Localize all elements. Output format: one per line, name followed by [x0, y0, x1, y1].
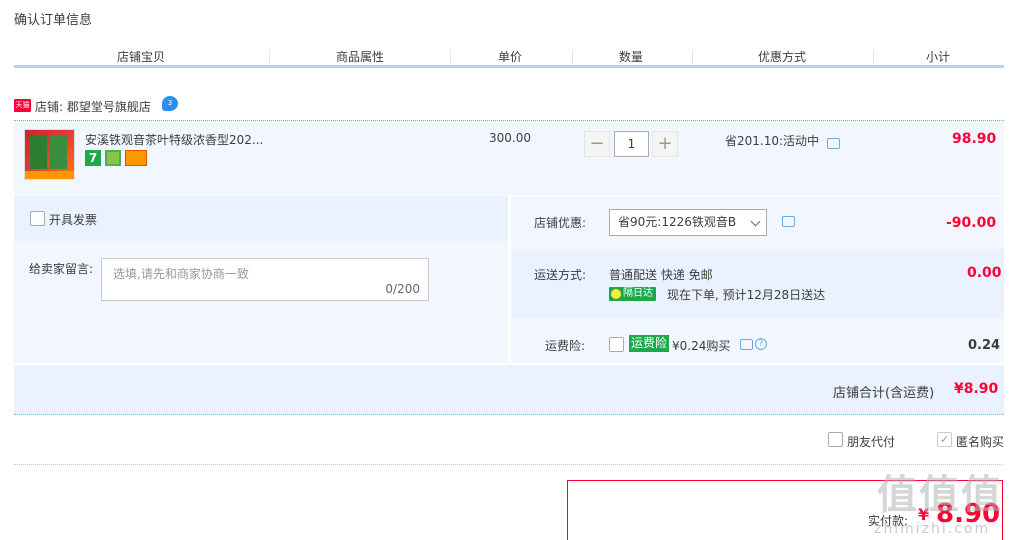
header-underline	[14, 65, 1004, 68]
credit-card-icon	[125, 150, 147, 166]
unit-price: 300.00	[489, 131, 531, 145]
column-separator	[873, 50, 874, 64]
product-package-image	[50, 135, 67, 169]
column-header-attributes: 商品属性	[336, 50, 385, 64]
insurance-checkbox[interactable]	[609, 337, 624, 352]
friend-pay-label: 朋友代付	[847, 435, 896, 449]
next-day-badge: 隔日达	[609, 287, 656, 301]
quantity-plus-button[interactable]: +	[652, 131, 678, 157]
lightning-icon	[611, 289, 621, 299]
message-placeholder: 选填,请先和商家协商一致	[113, 267, 249, 281]
anonymous-label: 匿名购买	[956, 435, 1005, 449]
product-package-image	[30, 135, 47, 169]
message-char-count: 0/200	[385, 282, 420, 296]
product-promo-strip	[25, 171, 74, 179]
shop-discount-value: -90.00	[946, 215, 997, 231]
shipping-method: 普通配送 快递 免邮	[609, 268, 713, 282]
shipping-row	[511, 249, 1004, 318]
page-title: 确认订单信息	[14, 13, 93, 28]
quantity-minus-button[interactable]: −	[584, 131, 610, 157]
column-separator	[450, 50, 451, 64]
chat-bubble-icon[interactable]	[740, 339, 753, 350]
shop-name[interactable]: 店铺: 郡望堂号旗舰店	[35, 98, 151, 115]
invoice-label: 开具发票	[49, 213, 98, 227]
column-header-discount: 优惠方式	[758, 50, 807, 64]
shop-total-value: ¥8.90	[954, 381, 999, 397]
column-header-shop-item: 店铺宝贝	[117, 50, 166, 64]
tmall-icon: 天猫	[14, 99, 31, 112]
site-watermark-url: zhimizhi.com	[874, 521, 991, 537]
shop-total-label: 店铺合计(含运费)	[833, 386, 935, 401]
chat-bubble-icon[interactable]	[827, 138, 840, 149]
invoice-checkbox[interactable]	[30, 211, 45, 226]
divider	[14, 464, 1004, 465]
product-thumbnail[interactable]	[24, 129, 75, 180]
quantity-input[interactable]: 1	[614, 131, 649, 157]
insurance-label: 运费险:	[545, 339, 586, 353]
seven-day-return-icon: 7	[85, 150, 101, 166]
guarantee-icon	[105, 150, 121, 166]
column-separator	[269, 50, 270, 64]
message-label: 给卖家留言:	[29, 262, 94, 276]
promotion-text: 省201.10:活动中	[725, 134, 820, 148]
shop-discount-select[interactable]: 省90元:1226铁观音B	[609, 209, 767, 236]
insurance-value: 0.24	[968, 338, 1001, 353]
insurance-price: ¥0.24购买	[672, 339, 731, 353]
shipping-label: 运送方式:	[534, 268, 587, 282]
column-header-subtotal: 小计	[926, 50, 951, 64]
seller-message-input[interactable]: 选填,请先和商家协商一致 0/200	[101, 258, 429, 301]
column-header-quantity: 数量	[619, 50, 644, 64]
column-separator	[692, 50, 693, 64]
column-header-unit-price: 单价	[498, 50, 523, 64]
item-subtotal: 98.90	[952, 131, 997, 147]
next-day-badge-label: 隔日达	[623, 288, 653, 299]
insurance-badge: 运费险	[629, 335, 670, 352]
chevron-down-icon	[750, 216, 761, 227]
shop-discount-label: 店铺优惠:	[534, 216, 587, 230]
site-watermark: 值值值	[877, 472, 1003, 518]
anonymous-checkbox[interactable]: ✓	[937, 432, 952, 447]
friend-pay-checkbox[interactable]	[828, 432, 843, 447]
product-title[interactable]: 安溪铁观音茶叶特级浓香型202...	[85, 131, 265, 148]
chat-bubble-icon[interactable]	[782, 216, 795, 227]
shop-discount-selected: 省90元:1226铁观音B	[618, 215, 737, 229]
shipping-value: 0.00	[967, 265, 1002, 281]
column-separator	[572, 50, 573, 64]
wangwang-chat-icon[interactable]: 3	[162, 96, 178, 111]
help-icon[interactable]: ?	[755, 338, 767, 350]
delivery-estimate: 现在下单, 预计12月28日送达	[667, 288, 826, 302]
